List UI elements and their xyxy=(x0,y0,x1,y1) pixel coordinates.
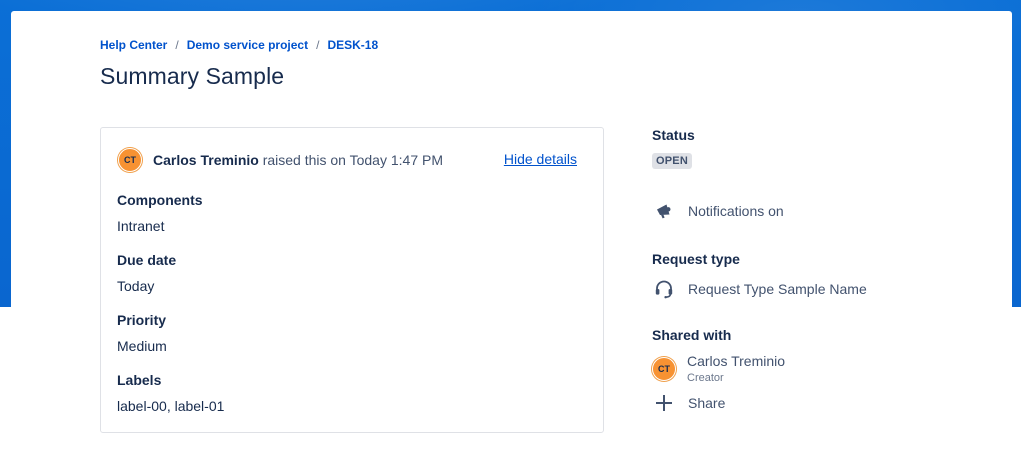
shared-person: CT Carlos Treminio Creator xyxy=(652,353,785,385)
hide-details-link[interactable]: Hide details xyxy=(504,151,577,167)
share-button[interactable]: Share xyxy=(652,391,725,415)
page-title: Summary Sample xyxy=(100,63,285,89)
raised-by-text: Carlos Treminio raised this on Today 1:4… xyxy=(153,152,443,168)
share-label: Share xyxy=(688,395,726,411)
reporter-name: Carlos Treminio xyxy=(153,152,259,168)
field-label-due-date: Due date xyxy=(117,252,177,268)
request-type-row: Request Type Sample Name xyxy=(652,277,867,301)
notifications-toggle[interactable]: Notifications on xyxy=(652,199,784,223)
request-details-panel: CT Carlos Treminio raised this on Today … xyxy=(100,127,604,433)
field-value-labels: label-00, label-01 xyxy=(117,398,225,414)
avatar[interactable]: CT xyxy=(118,148,142,172)
breadcrumb-separator: / xyxy=(316,38,320,52)
field-value-due-date: Today xyxy=(117,278,155,294)
field-label-labels: Labels xyxy=(117,372,162,388)
breadcrumb-separator: / xyxy=(175,38,179,52)
status-badge: OPEN xyxy=(652,153,692,169)
megaphone-icon xyxy=(652,199,676,223)
breadcrumb-project[interactable]: Demo service project xyxy=(187,38,308,52)
headset-icon xyxy=(652,277,676,301)
shared-person-name: Carlos Treminio xyxy=(687,353,786,369)
notifications-label: Notifications on xyxy=(688,203,784,219)
breadcrumb: Help Center / Demo service project / DES… xyxy=(100,38,378,52)
field-label-components: Components xyxy=(117,192,203,208)
status-heading: Status xyxy=(652,127,695,143)
raised-by-row: CT Carlos Treminio raised this on Today … xyxy=(118,148,588,172)
shared-person-role: Creator xyxy=(687,372,724,384)
plus-icon xyxy=(652,391,676,415)
breadcrumb-help-center[interactable]: Help Center xyxy=(100,38,167,52)
request-type-value: Request Type Sample Name xyxy=(688,281,867,297)
field-value-priority: Medium xyxy=(117,338,167,354)
breadcrumb-issue-key[interactable]: DESK-18 xyxy=(327,38,378,52)
avatar[interactable]: CT xyxy=(652,357,676,381)
request-type-heading: Request type xyxy=(652,251,740,267)
raised-timestamp: raised this on Today 1:47 PM xyxy=(262,152,443,168)
shared-with-heading: Shared with xyxy=(652,327,732,343)
request-page-card: Help Center / Demo service project / DES… xyxy=(11,11,1012,459)
field-value-components: Intranet xyxy=(117,218,165,234)
field-label-priority: Priority xyxy=(117,312,167,328)
